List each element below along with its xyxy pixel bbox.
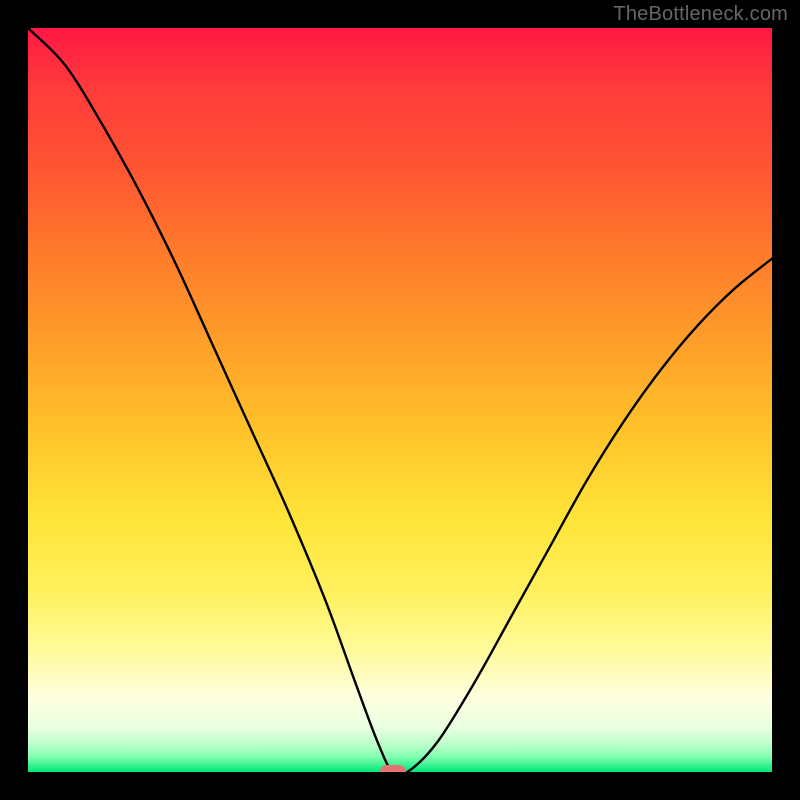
chart-frame: TheBottleneck.com: [0, 0, 800, 800]
plot-area: [28, 28, 772, 772]
optimal-point-marker: [380, 765, 406, 772]
bottleneck-curve: [28, 28, 772, 772]
watermark-label: TheBottleneck.com: [613, 4, 788, 24]
